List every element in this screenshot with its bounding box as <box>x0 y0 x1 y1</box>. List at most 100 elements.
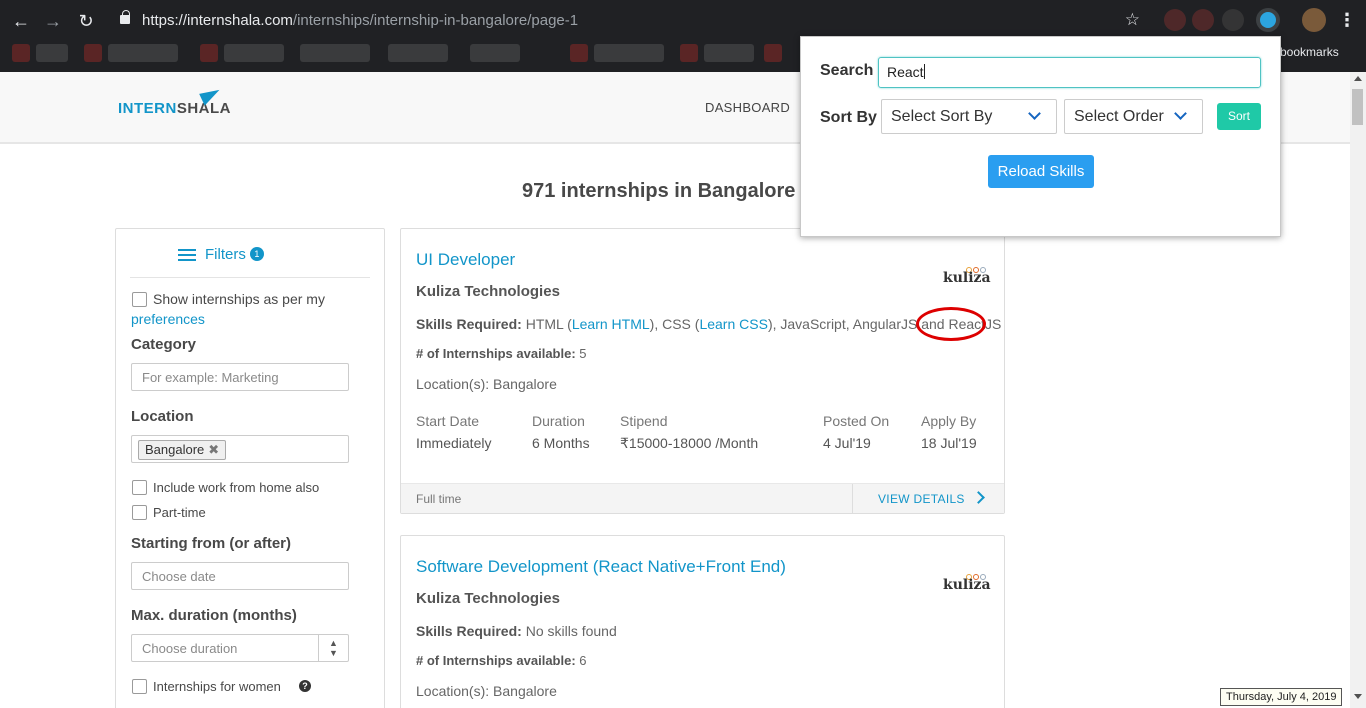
sort-by-value: Select Sort By <box>891 108 993 125</box>
sliders-icon <box>178 247 196 263</box>
openings-count: 6 <box>575 653 587 668</box>
page-scrollbar[interactable] <box>1350 72 1366 708</box>
company-name[interactable]: Kuliza Technologies <box>416 590 560 607</box>
category-heading: Category <box>131 336 197 353</box>
order-select[interactable]: Select Order <box>1064 99 1203 134</box>
company-name[interactable]: Kuliza Technologies <box>416 283 560 300</box>
start-date-input[interactable]: Choose date <box>131 562 349 590</box>
internshala-logo[interactable]: INTERNSHALA <box>118 100 231 117</box>
sort-by-label: Sort By <box>820 109 877 126</box>
job-type: Full time <box>416 492 462 506</box>
bookmark-item[interactable] <box>570 44 588 62</box>
openings-label: # of Internships available: <box>416 346 576 361</box>
bookmark-item[interactable] <box>680 44 698 62</box>
location-row: Location(s): Bangalore <box>416 683 557 699</box>
sort-button[interactable]: Sort <box>1217 103 1261 130</box>
forward-icon[interactable]: → <box>42 10 64 32</box>
extension-popup: Search React Sort By Select Sort By Sele… <box>800 36 1281 237</box>
stipend-label: Stipend <box>620 413 668 429</box>
extension-icon[interactable] <box>1164 9 1186 31</box>
location-tag: Bangalore ✖ <box>138 440 227 460</box>
filters-count-badge: 1 <box>249 247 264 261</box>
bookmark-item[interactable] <box>84 44 102 62</box>
bookmark-item[interactable] <box>594 44 664 62</box>
filters-header[interactable]: Filters 1 <box>178 246 264 263</box>
learn-html-link[interactable]: Learn HTML <box>572 316 650 332</box>
openings-count: 5 <box>575 346 587 361</box>
date-tooltip: Thursday, July 4, 2019 <box>1220 688 1343 706</box>
bookmark-item[interactable] <box>764 44 782 62</box>
url-text: https://internshala.com/internships/inte… <box>142 12 579 29</box>
remove-tag-icon[interactable]: ✖ <box>208 442 219 458</box>
skills-label: Skills Required: <box>416 623 522 639</box>
extension-icon[interactable] <box>1192 9 1214 31</box>
preferences-label: Show internships as per my <box>153 291 325 307</box>
page-title: 971 internships in Bangalore <box>522 180 796 202</box>
scroll-up-arrow-icon[interactable] <box>1354 76 1362 81</box>
lock-icon <box>120 10 130 24</box>
internship-card: Software Development (React Native+Front… <box>400 535 1005 708</box>
scroll-thumb[interactable] <box>1352 89 1363 125</box>
preferences-link[interactable]: preferences <box>131 311 205 327</box>
card-footer: Full time VIEW DETAILS <box>401 483 1004 514</box>
browser-menu-icon[interactable]: ⋮ <box>1338 10 1356 30</box>
chevron-down-icon <box>1174 107 1187 120</box>
internship-title[interactable]: Software Development (React Native+Front… <box>416 557 786 577</box>
bookmark-item[interactable] <box>704 44 754 62</box>
duration-value: 6 Months <box>532 435 590 451</box>
part-time-checkbox[interactable] <box>132 505 147 520</box>
extension-icon[interactable] <box>1222 9 1244 31</box>
profile-avatar[interactable] <box>1302 8 1326 32</box>
location-tag-label: Bangalore <box>145 442 205 457</box>
company-logo: kuliza <box>943 577 991 593</box>
duration-heading: Max. duration (months) <box>131 607 297 624</box>
sort-by-select[interactable]: Select Sort By <box>881 99 1057 134</box>
bookmark-item[interactable] <box>12 44 30 62</box>
women-label: Internships for women <box>153 679 281 694</box>
bookmark-item[interactable] <box>108 44 178 62</box>
starting-heading: Starting from (or after) <box>131 535 292 552</box>
internship-title[interactable]: UI Developer <box>416 250 515 270</box>
skills-text: ), CSS ( <box>649 316 700 332</box>
openings-row: # of Internships available: 6 <box>416 653 587 668</box>
chevron-right-icon[interactable] <box>972 491 985 504</box>
updown-arrows-icon[interactable]: ▲ ▼ <box>318 635 348 661</box>
learn-css-link[interactable]: Learn CSS <box>699 316 767 332</box>
duration-placeholder: Choose duration <box>142 641 238 656</box>
internship-card: UI Developer Kuliza Technologies kuliza … <box>400 228 1005 514</box>
start-date-value: Immediately <box>416 435 492 451</box>
bookmark-item[interactable] <box>200 44 218 62</box>
bookmark-item[interactable] <box>470 44 520 62</box>
divider <box>130 277 370 278</box>
scroll-down-arrow-icon[interactable] <box>1354 694 1362 699</box>
search-input[interactable]: React <box>878 57 1261 88</box>
duration-select[interactable]: Choose duration ▲ ▼ <box>131 634 349 662</box>
filters-title: Filters <box>205 246 246 263</box>
bookmark-star-icon[interactable]: ☆ <box>1125 10 1140 30</box>
bookmark-item[interactable] <box>388 44 448 62</box>
openings-row: # of Internships available: 5 <box>416 346 587 361</box>
reload-icon[interactable]: ↻ <box>75 10 97 32</box>
preferences-checkbox[interactable] <box>132 292 147 307</box>
help-icon[interactable]: ? <box>299 680 311 692</box>
bookmark-item[interactable] <box>224 44 284 62</box>
bookmark-item[interactable] <box>36 44 68 62</box>
nav-dashboard[interactable]: DASHBOARD <box>705 100 790 115</box>
view-details-link[interactable]: VIEW DETAILS <box>878 492 965 506</box>
address-bar[interactable]: https://internshala.com/internships/inte… <box>108 7 1150 35</box>
back-icon[interactable]: ← <box>10 10 32 32</box>
skills-label: Skills Required: <box>416 316 522 332</box>
wfh-checkbox[interactable] <box>132 480 147 495</box>
bookmark-item[interactable] <box>300 44 370 62</box>
telegram-extension-icon[interactable] <box>1256 8 1280 32</box>
women-checkbox[interactable] <box>132 679 147 694</box>
divider <box>852 484 853 514</box>
order-value: Select Order <box>1074 108 1164 125</box>
posted-on-label: Posted On <box>823 413 890 429</box>
chevron-down-icon <box>1028 107 1041 120</box>
apply-by-label: Apply By <box>921 413 977 429</box>
location-input[interactable]: Bangalore ✖ <box>131 435 349 463</box>
category-input[interactable]: For example: Marketing <box>131 363 349 391</box>
reload-skills-button[interactable]: Reload Skills <box>988 155 1094 188</box>
text-cursor <box>923 64 925 79</box>
